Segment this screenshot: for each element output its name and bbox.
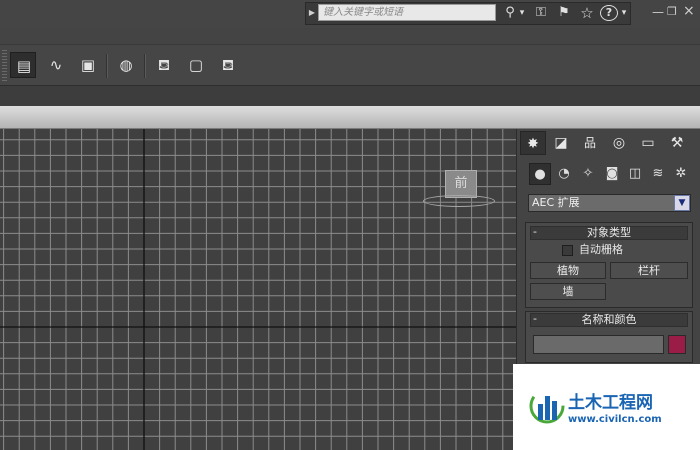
utilities-tab-icon[interactable]: ⚒	[664, 131, 690, 155]
watermark-title: 土木工程网	[568, 393, 653, 413]
object-type-header[interactable]: 对象类型	[530, 226, 688, 240]
toolbar-grip[interactable]	[2, 50, 7, 82]
render-production-icon: ⛾	[221, 56, 235, 74]
create-tab-icon[interactable]: ✸	[520, 131, 546, 155]
railing-button[interactable]: 栏杆	[610, 262, 688, 279]
object-name-field[interactable]	[533, 335, 664, 354]
render-production-button[interactable]: ⛾	[215, 52, 241, 78]
dropdown-arrow-icon[interactable]: ▾	[518, 4, 526, 22]
display-tab-icon[interactable]: ▭	[635, 131, 661, 155]
name-and-color-header[interactable]: 名称和颜色	[530, 313, 688, 327]
hierarchy-tab-icon[interactable]: 品	[577, 131, 603, 155]
autogrid-label: 自动栅格	[579, 243, 623, 256]
foliage-button[interactable]: 植物	[530, 262, 606, 279]
lights-icon[interactable]: ✧	[577, 163, 599, 185]
schematic-view-icon: ▣	[80, 56, 96, 74]
collapse-icon[interactable]: -	[533, 226, 541, 238]
chevron-down-icon[interactable]: ▼	[674, 195, 690, 211]
restore-button[interactable]: ❐	[667, 5, 679, 19]
minimize-button[interactable]: —	[652, 5, 664, 19]
modify-tab-icon[interactable]: ◪	[548, 131, 574, 155]
viewcube-icon[interactable]: 前	[445, 170, 477, 198]
wall-button[interactable]: 墙	[530, 283, 606, 300]
help-icon[interactable]: ?	[600, 5, 618, 21]
curve-editor-button[interactable]: ∿	[43, 52, 69, 78]
star-icon[interactable]: ☆	[578, 4, 596, 22]
search-input[interactable]: 键入关键字或短语	[318, 4, 496, 21]
key-icon[interactable]: ⚿	[532, 4, 550, 22]
space-warps-icon[interactable]: ≋	[647, 163, 669, 185]
layer-manager-button[interactable]: ▤	[10, 52, 36, 78]
material-editor-button[interactable]: ◍	[113, 52, 139, 78]
geometry-icon[interactable]: ●	[529, 163, 551, 185]
viewport-label-strip	[0, 106, 700, 129]
motion-tab-icon[interactable]: ◎	[606, 131, 632, 155]
main-toolbar	[0, 44, 700, 85]
render-setup-button[interactable]: ⛾	[151, 52, 177, 78]
toolbar-separator	[144, 54, 146, 78]
schematic-view-button[interactable]: ▣	[75, 52, 101, 78]
curve-editor-icon: ∿	[49, 56, 63, 74]
collapse-icon[interactable]: -	[533, 313, 541, 325]
autogrid-checkbox[interactable]	[562, 245, 573, 256]
viewcube-compass-ring[interactable]	[423, 195, 495, 207]
category-dropdown[interactable]: AEC 扩展	[528, 194, 691, 212]
layer-manager-icon: ▤	[16, 57, 32, 75]
helpers-icon[interactable]: ◫	[624, 163, 646, 185]
shapes-icon[interactable]: ◔	[553, 163, 575, 185]
watermark-url: www.civilcn.com	[568, 414, 662, 425]
render-setup-icon: ⛾	[157, 56, 171, 74]
home-grid	[0, 129, 516, 450]
cameras-icon[interactable]: ◙	[601, 163, 623, 185]
close-button[interactable]: ×	[683, 4, 695, 18]
rendered-frame-window-button[interactable]: ▢	[183, 52, 209, 78]
help-dropdown-icon[interactable]: ▾	[620, 4, 628, 22]
search-expand-icon[interactable]: ▶	[307, 4, 317, 22]
systems-icon[interactable]: ✲	[670, 163, 692, 185]
ribbon-area	[0, 85, 700, 107]
material-editor-icon: ◍	[119, 56, 133, 74]
civilcn-logo	[529, 388, 565, 424]
satellite-icon[interactable]: ⚑	[555, 4, 573, 22]
object-color-swatch[interactable]	[668, 335, 686, 354]
rendered-frame-window-icon: ▢	[188, 56, 204, 74]
perspective-viewport[interactable]	[0, 129, 516, 450]
binoculars-icon[interactable]: ⚲	[502, 4, 518, 22]
toolbar-separator	[106, 54, 108, 78]
